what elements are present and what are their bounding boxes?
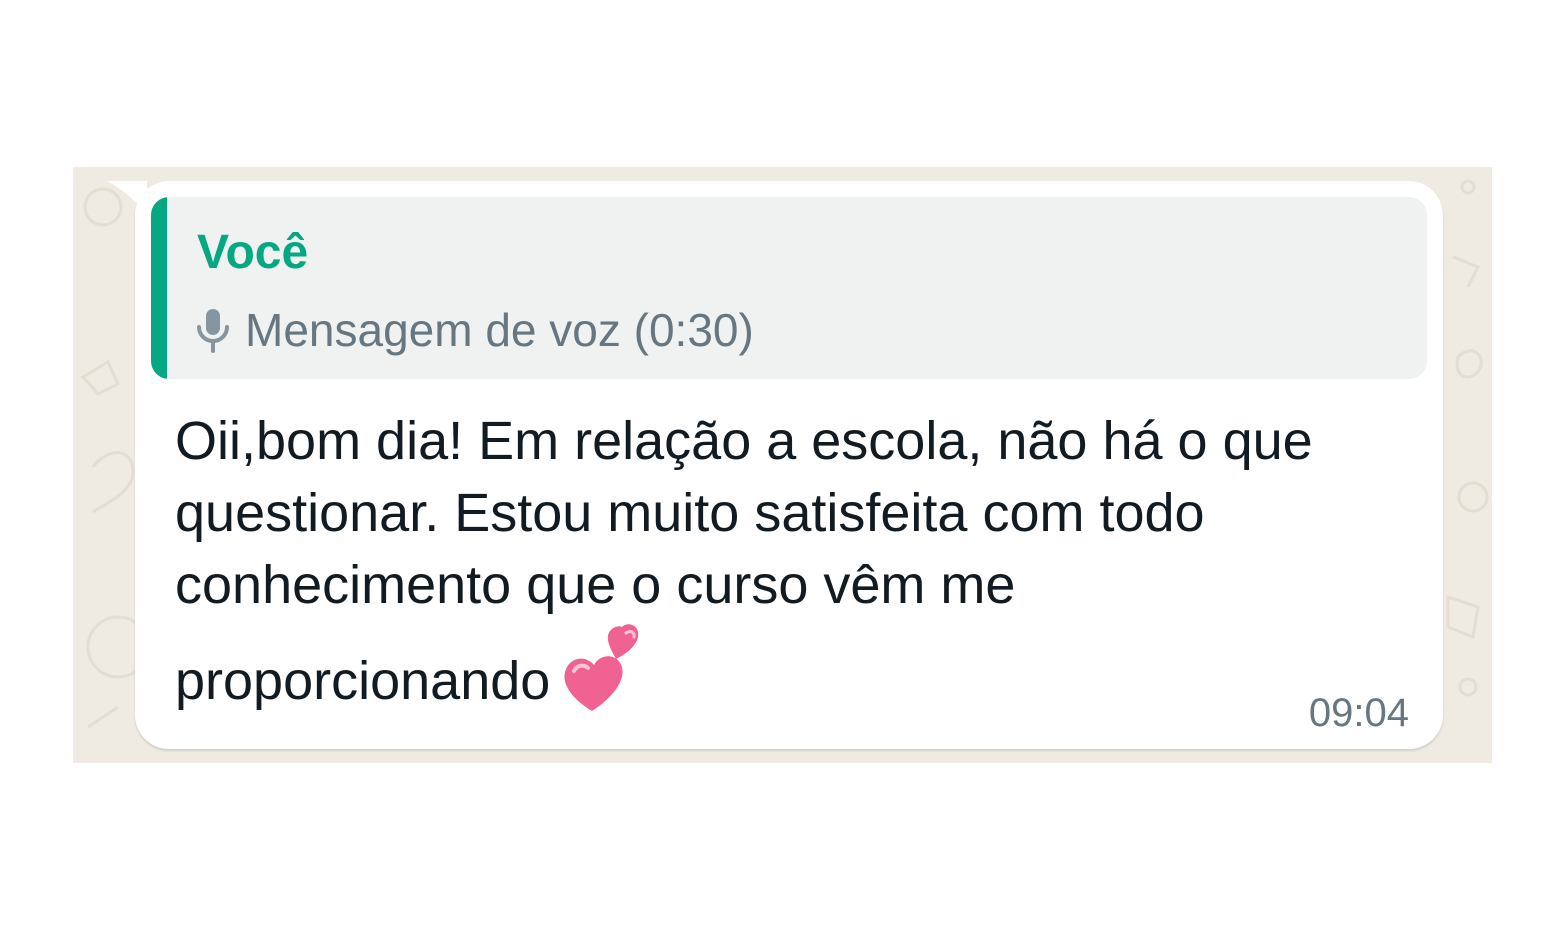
quote-text: Mensagem de voz (0:30) (245, 304, 754, 356)
quote-content: Mensagem de voz (0:30) (195, 303, 754, 357)
mic-icon (197, 309, 229, 353)
message-text: Oii,bom dia! Em relação a escola, não há… (175, 405, 1395, 717)
message-body: Oii,bom dia! Em relação a escola, não há… (175, 411, 1313, 711)
quoted-message[interactable]: Você Mensagem de voz (0:30) (151, 197, 1427, 379)
quote-accent-bar (151, 197, 167, 379)
message-timestamp: 09:04 (1308, 691, 1409, 735)
message-bubble[interactable]: Você Mensagem de voz (0:30) Oii,bom dia!… (135, 181, 1443, 749)
two-hearts-icon (564, 624, 639, 711)
quote-author: Você (197, 226, 309, 279)
chat-area: Você Mensagem de voz (0:30) Oii,bom dia!… (73, 167, 1492, 763)
